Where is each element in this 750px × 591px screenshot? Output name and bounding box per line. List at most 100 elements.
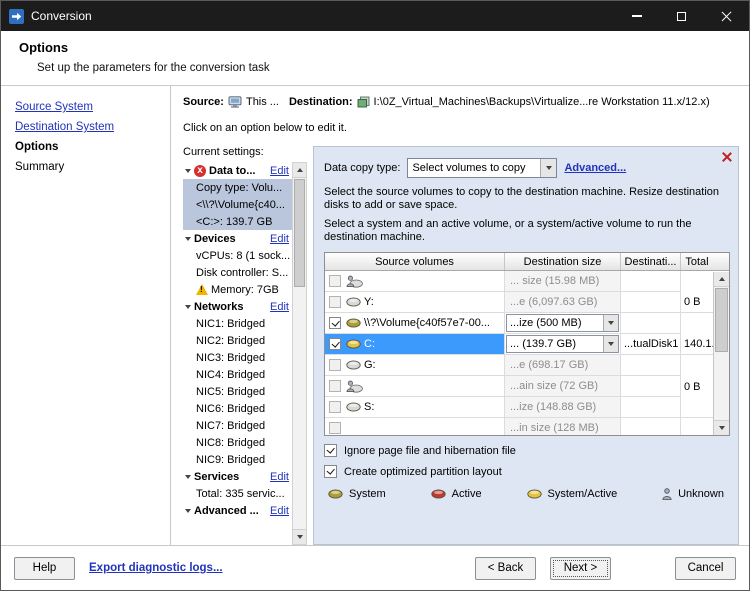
minimize-button[interactable] [614,1,659,31]
destination-size-cell: ...in size (128 MB) [505,418,621,435]
volume-row-volume-c40f57e7-00[interactable]: \\?\Volume{c40f57e7-00... ...ize (500 MB) [325,313,713,334]
volume-row-1[interactable]: ... size (15.98 MB) [325,271,713,292]
setting-label: NIC3: Bridged [196,351,266,364]
settings-item-memory-7gb[interactable]: Memory: 7GB [183,281,292,298]
sidebar-item-destination-system[interactable]: Destination System [15,119,170,135]
volume-row-y[interactable]: Y: ...e (6,097.63 GB) 0 B [325,292,713,313]
expander-icon[interactable] [185,508,191,513]
volume-checkbox[interactable] [329,380,341,392]
volume-checkbox[interactable] [329,296,341,308]
scroll-up-icon[interactable] [714,272,729,287]
data-copy-panel: Data copy type: Select volumes to copy A… [313,146,739,545]
maximize-button[interactable] [659,1,704,31]
settings-item-nic8-bridged[interactable]: NIC8: Bridged [183,434,292,451]
volume-checkbox[interactable] [329,401,341,413]
column-header-total[interactable]: Total [681,253,713,270]
settings-item-nic5-bridged[interactable]: NIC5: Bridged [183,383,292,400]
volume-row-8[interactable]: ...in size (128 MB) [325,418,713,435]
cancel-button[interactable]: Cancel [675,556,736,580]
settings-item-nic7-bridged[interactable]: NIC7: Bridged [183,417,292,434]
scroll-thumb[interactable] [294,179,305,287]
volume-checkbox[interactable] [329,338,341,350]
edit-link[interactable]: Edit [266,301,292,313]
current-settings-title: Current settings: [183,146,264,158]
option-create-optimized-partition-layout[interactable]: Create optimized partition layout [324,465,730,478]
source-volume-cell: G: [325,355,505,376]
legend-label: System [349,488,386,500]
settings-item-volume-c40[interactable]: <\\?\Volume{c40... [183,196,292,213]
settings-item-nic3-bridged[interactable]: NIC3: Bridged [183,349,292,366]
settings-item-nic1-bridged[interactable]: NIC1: Bridged [183,315,292,332]
scroll-track[interactable] [293,178,306,529]
advanced-link[interactable]: Advanced... [564,162,626,174]
system-disk-icon [328,489,343,499]
expander-icon[interactable] [185,304,191,309]
setting-label: NIC9: Bridged [196,453,266,466]
scroll-down-icon[interactable] [714,420,729,435]
destination-disk-cell [621,418,681,435]
settings-scrollbar[interactable] [292,162,307,545]
settings-item-copy-type-volu[interactable]: Copy type: Volu... [183,179,292,196]
panel-close-button[interactable] [720,150,733,163]
column-header-source-volumes[interactable]: Source volumes [325,253,505,270]
settings-item-c-139-7-gb[interactable]: <C:>: 139.7 GB [183,213,292,230]
option-ignore-page-file-and-hibernation-file[interactable]: Ignore page file and hibernation file [324,444,730,457]
settings-item-nic9-bridged[interactable]: NIC9: Bridged [183,451,292,468]
data-copy-type-row: Data copy type: Select volumes to copy A… [324,158,730,178]
next-button[interactable]: Next > [550,556,611,580]
warning-icon [196,284,208,295]
settings-item-disk-controller-s[interactable]: Disk controller: S... [183,264,292,281]
scroll-down-icon[interactable] [293,529,306,544]
volume-checkbox[interactable] [329,359,341,371]
chevron-down-icon[interactable] [540,159,557,177]
expander-icon[interactable] [185,474,191,479]
help-button[interactable]: Help [14,556,75,580]
scroll-up-icon[interactable] [293,163,306,178]
volume-checkbox[interactable] [329,422,341,434]
expander-icon[interactable] [185,236,191,241]
scroll-track[interactable] [714,287,729,420]
settings-item-advanced[interactable]: Advanced ... Edit [183,502,292,519]
volume-checkbox[interactable] [329,317,341,329]
edit-link[interactable]: Edit [266,165,292,177]
edit-link[interactable]: Edit [266,505,292,517]
volume-checkbox[interactable] [329,275,341,287]
destination-size-select[interactable]: ... (139.7 GB) [506,335,619,353]
close-button[interactable] [704,1,749,31]
column-header-destinati[interactable]: Destinati... [621,253,681,270]
settings-item-nic4-bridged[interactable]: NIC4: Bridged [183,366,292,383]
volume-row-6[interactable]: ...ain size (72 GB) 0 B [325,376,713,397]
destination-disk-cell [621,355,681,376]
checkbox[interactable] [324,465,337,478]
export-logs-link[interactable]: Export diagnostic logs... [89,562,223,574]
settings-item-devices[interactable]: Devices Edit [183,230,292,247]
back-button[interactable]: < Back [475,556,536,580]
volume-legend: System Active System/Active Unknown [324,488,730,500]
chevron-down-icon[interactable] [603,336,618,352]
expander-icon[interactable] [185,168,191,173]
volume-row-c[interactable]: C: ... (139.7 GB) ...tualDisk1140.1... [325,334,713,355]
volume-label: Y: [364,296,374,308]
settings-item-nic2-bridged[interactable]: NIC2: Bridged [183,332,292,349]
column-header-destination-size[interactable]: Destination size [505,253,621,270]
settings-item-vcpus-8-1-sock[interactable]: vCPUs: 8 (1 sock... [183,247,292,264]
settings-item-data-to[interactable]: x Data to... Edit [183,162,292,179]
scroll-thumb[interactable] [715,288,728,352]
checkbox[interactable] [324,444,337,457]
settings-item-services[interactable]: Services Edit [183,468,292,485]
maximize-icon [677,11,686,21]
volume-row-s[interactable]: S: ...ize (148.88 GB) [325,397,713,418]
table-scrollbar[interactable] [713,272,729,435]
settings-item-networks[interactable]: Networks Edit [183,298,292,315]
edit-link[interactable]: Edit [266,471,292,483]
volume-row-g[interactable]: G: ...e (698.17 GB) [325,355,713,376]
settings-item-total-335-servic[interactable]: Total: 335 servic... [183,485,292,502]
destination-size-select[interactable]: ...ize (500 MB) [506,314,619,332]
system-disk-icon [346,318,361,328]
settings-item-nic6-bridged[interactable]: NIC6: Bridged [183,400,292,417]
edit-link[interactable]: Edit [266,233,292,245]
setting-label: vCPUs: 8 (1 sock... [196,249,291,262]
chevron-down-icon[interactable] [603,315,618,331]
data-copy-type-select[interactable]: Select volumes to copy [407,158,558,178]
sidebar-item-source-system[interactable]: Source System [15,99,170,115]
